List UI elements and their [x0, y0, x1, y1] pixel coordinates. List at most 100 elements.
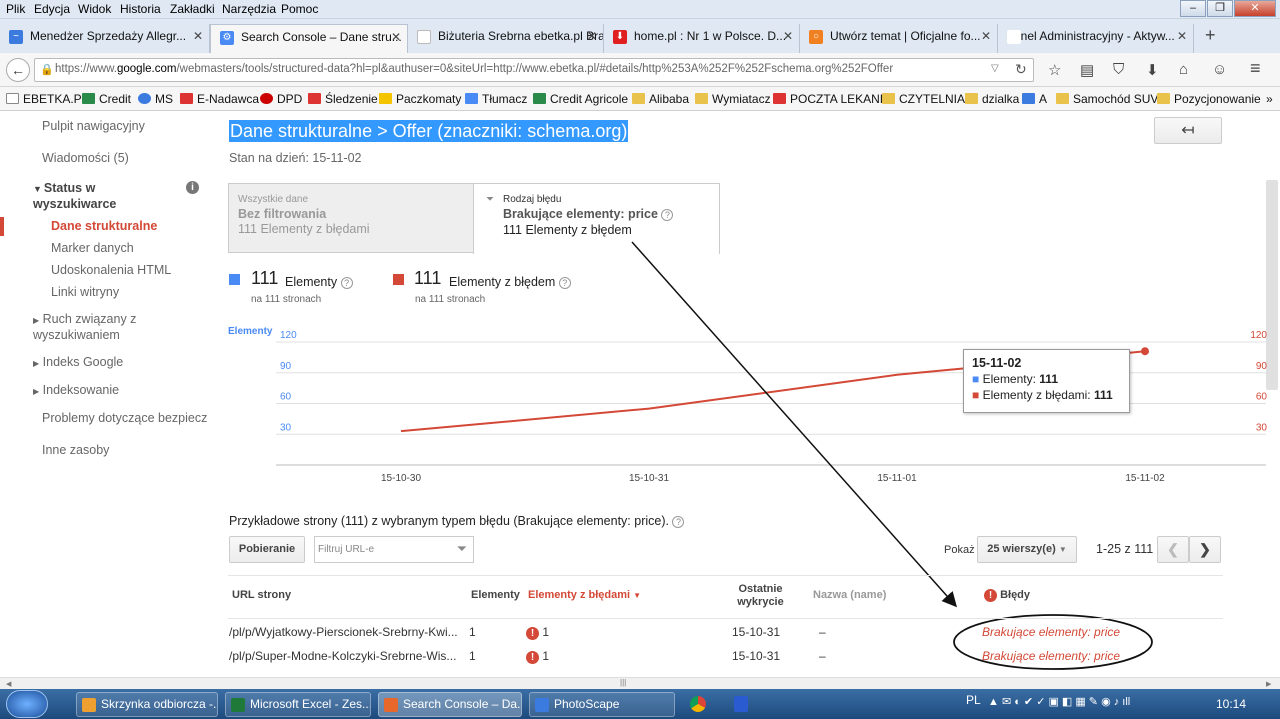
navigation-bar: ← 🔒 https://www.google.com/webmasters/to…	[0, 53, 1280, 87]
menu-tools[interactable]: Narzędzia	[222, 2, 276, 16]
filter-url-input[interactable]: Filtruj URL-e ⏷	[314, 536, 474, 563]
sidebar-item-crawl[interactable]: ▶ Indeksowanie	[33, 383, 119, 397]
bookmark-item[interactable]: Tłumacz	[465, 92, 527, 106]
folder-icon	[1056, 93, 1069, 104]
reload-icon[interactable]: ↻	[1015, 61, 1027, 78]
col-url[interactable]: URL strony	[232, 589, 291, 601]
new-tab-button[interactable]: +	[1205, 25, 1216, 46]
next-page-button[interactable]: ❯	[1189, 536, 1221, 563]
back-arrow-icon[interactable]: ←	[6, 58, 30, 82]
bookmark-item[interactable]: Credit Agricole	[533, 92, 628, 106]
sidebar-section-search-status[interactable]: ▼ Status w wyszukiwarce	[33, 181, 143, 212]
bookmark-item[interactable]: DPD	[260, 92, 302, 106]
address-bar[interactable]: 🔒 https://www.google.com/webmasters/tool…	[34, 58, 1034, 82]
tab-bizuteria[interactable]: Biżuteria Srebrna ebetka.pl Bra... ✕	[408, 24, 604, 53]
tab-homepl[interactable]: ⬇ home.pl : Nr 1 w Polsce. D... ✕	[604, 24, 800, 53]
tab-forum[interactable]: ○ Utwórz temat | Oficjalne fo... ✕	[800, 24, 998, 53]
bookmark-item[interactable]: EBETKA.PL	[6, 92, 88, 106]
row-name: –	[819, 649, 826, 663]
stat-errors-value: 111	[414, 268, 442, 288]
download-button[interactable]: Pobieranie	[229, 536, 305, 563]
back-button[interactable]: ↤	[1154, 117, 1222, 144]
bookmark-item[interactable]: Śledzenie	[308, 92, 378, 106]
pocket-icon[interactable]: ⛉	[1113, 61, 1124, 78]
row-url[interactable]: /pl/p/Super-Modne-Kolczyki-Srebrne-Wis..…	[229, 649, 456, 663]
sidebar-item-dashboard[interactable]: Pulpit nawigacyjny	[42, 119, 145, 133]
col-elements[interactable]: Elementy	[471, 589, 520, 601]
more-bookmarks-icon[interactable]: »	[1266, 92, 1273, 106]
bookmark-item[interactable]: E-Nadawca	[180, 92, 259, 106]
menu-bookmarks[interactable]: Zakładki	[170, 2, 215, 16]
sidebar-item-structured-data[interactable]: Dane strukturalne	[51, 219, 157, 233]
bookmark-item[interactable]: Samochód SUV	[1056, 92, 1158, 106]
bookmark-item[interactable]: POCZTA LEKANI	[773, 92, 883, 106]
sidebar-item-security[interactable]: Problemy dotyczące bezpiecz	[42, 411, 207, 425]
menu-help[interactable]: Pomoc	[281, 2, 318, 16]
active-indicator	[0, 217, 4, 236]
taskbar-item[interactable]: Skrzynka odbiorcza -...	[76, 692, 218, 717]
prev-page-button[interactable]: ❮	[1157, 536, 1189, 563]
close-tab-icon[interactable]: ✕	[193, 24, 203, 49]
tab-allegro[interactable]: ~ Menedżer Sprzedaży Allegr... ✕	[0, 24, 210, 53]
col-errors-desc[interactable]: ! Błędy	[984, 589, 1030, 602]
smiley-icon[interactable]: ☺	[1212, 61, 1227, 78]
close-window-button[interactable]: ✕	[1234, 0, 1276, 17]
bookmark-item[interactable]: Paczkomaty	[379, 92, 461, 106]
bookmark-item[interactable]: Wymiatacz	[695, 92, 771, 106]
tray-icons[interactable]: ▲ ✉ ◐ ✔ ✓ ▣ ◧ ▦ ✎ ◉ ♪ ıll	[988, 695, 1130, 708]
col-last-detected[interactable]: Ostatnie wykrycie	[733, 583, 788, 609]
divider	[228, 618, 1223, 619]
bookmark-item[interactable]: dzialka	[965, 92, 1019, 106]
filter-error-type[interactable]: ⏷ Rodzaj błędu Brakujące elementy: price…	[473, 183, 720, 254]
bookmark-item[interactable]: MS	[138, 92, 173, 106]
tab-label: Menedżer Sprzedaży Allegr...	[30, 29, 187, 43]
menu-history[interactable]: Historia	[120, 2, 161, 16]
taskbar-item[interactable]: Search Console – Da...	[378, 692, 522, 717]
sidebar-item-search-traffic[interactable]: ▶ Ruch związany z wyszukiwaniem	[33, 312, 163, 343]
close-tab-icon[interactable]: ✕	[783, 24, 793, 49]
filter-all-data[interactable]: Wszystkie dane Bez filtrowania 111 Eleme…	[228, 183, 474, 253]
horizontal-scrollbar[interactable]: ◀ ||| ▶	[0, 677, 1280, 689]
menu-file[interactable]: Plik	[6, 2, 25, 16]
menu-icon[interactable]: ≡	[1250, 58, 1261, 79]
bookmark-item[interactable]: CZYTELNIA	[882, 92, 965, 106]
sidebar-item-data-highlighter[interactable]: Marker danych	[51, 241, 134, 255]
bookmark-item[interactable]: Pozycjonowanie	[1157, 92, 1261, 106]
sidebar-item-google-index[interactable]: ▶ Indeks Google	[33, 355, 123, 369]
download-icon[interactable]: ⬇	[1146, 61, 1159, 79]
chrome-icon[interactable]	[690, 696, 706, 712]
close-tab-icon[interactable]: ✕	[391, 25, 401, 50]
close-tab-icon[interactable]: ✕	[981, 24, 991, 49]
close-tab-icon[interactable]: ✕	[587, 24, 597, 49]
bookmark-item[interactable]: Alibaba	[632, 92, 689, 106]
filter-funnel-icon: ⏷	[456, 541, 467, 556]
tab-search-console[interactable]: ⚙ Search Console – Dane stru... ✕	[210, 24, 408, 53]
start-button[interactable]	[6, 690, 48, 718]
row-url[interactable]: /pl/p/Wyjatkowy-Pierscionek-Srebrny-Kwi.…	[229, 625, 458, 639]
bookmark-star-icon[interactable]: ☆	[1048, 61, 1061, 79]
menu-edit[interactable]: Edycja	[34, 2, 70, 16]
info-icon[interactable]: i	[186, 181, 199, 194]
taskbar-item[interactable]: Microsoft Excel - Zes...	[225, 692, 371, 717]
menu-view[interactable]: Widok	[78, 2, 111, 16]
sidebar-item-sitelinks[interactable]: Linki witryny	[51, 285, 119, 299]
maximize-button[interactable]: ❐	[1207, 0, 1233, 17]
home-icon[interactable]: ⌂	[1179, 61, 1188, 78]
bookmark-item[interactable]: A	[1022, 92, 1047, 106]
sidebar-item-messages[interactable]: Wiadomości (5)	[42, 151, 129, 165]
dropdown-icon[interactable]: ▽	[991, 63, 999, 74]
col-name[interactable]: Nazwa (name)	[813, 589, 886, 601]
legend-square-icon: ■	[972, 388, 980, 402]
bookmark-item[interactable]: Credit	[82, 92, 131, 106]
tab-panel[interactable]: Panel Administracyjny - Aktyw... ✕	[998, 24, 1194, 53]
save-icon[interactable]	[734, 696, 748, 712]
col-errors[interactable]: Elementy z błędami ▼	[528, 589, 641, 601]
reading-list-icon[interactable]: ▤	[1080, 61, 1094, 79]
sidebar-item-other-resources[interactable]: Inne zasoby	[42, 443, 109, 457]
sidebar-item-html-improvements[interactable]: Udoskonalenia HTML	[51, 263, 171, 277]
close-tab-icon[interactable]: ✕	[1177, 24, 1187, 49]
minimize-button[interactable]: –	[1180, 0, 1206, 17]
taskbar-item[interactable]: PhotoScape	[529, 692, 675, 717]
rows-per-page-select[interactable]: 25 wierszy(e) ▼	[977, 536, 1077, 563]
language-indicator[interactable]: PL	[966, 693, 981, 707]
